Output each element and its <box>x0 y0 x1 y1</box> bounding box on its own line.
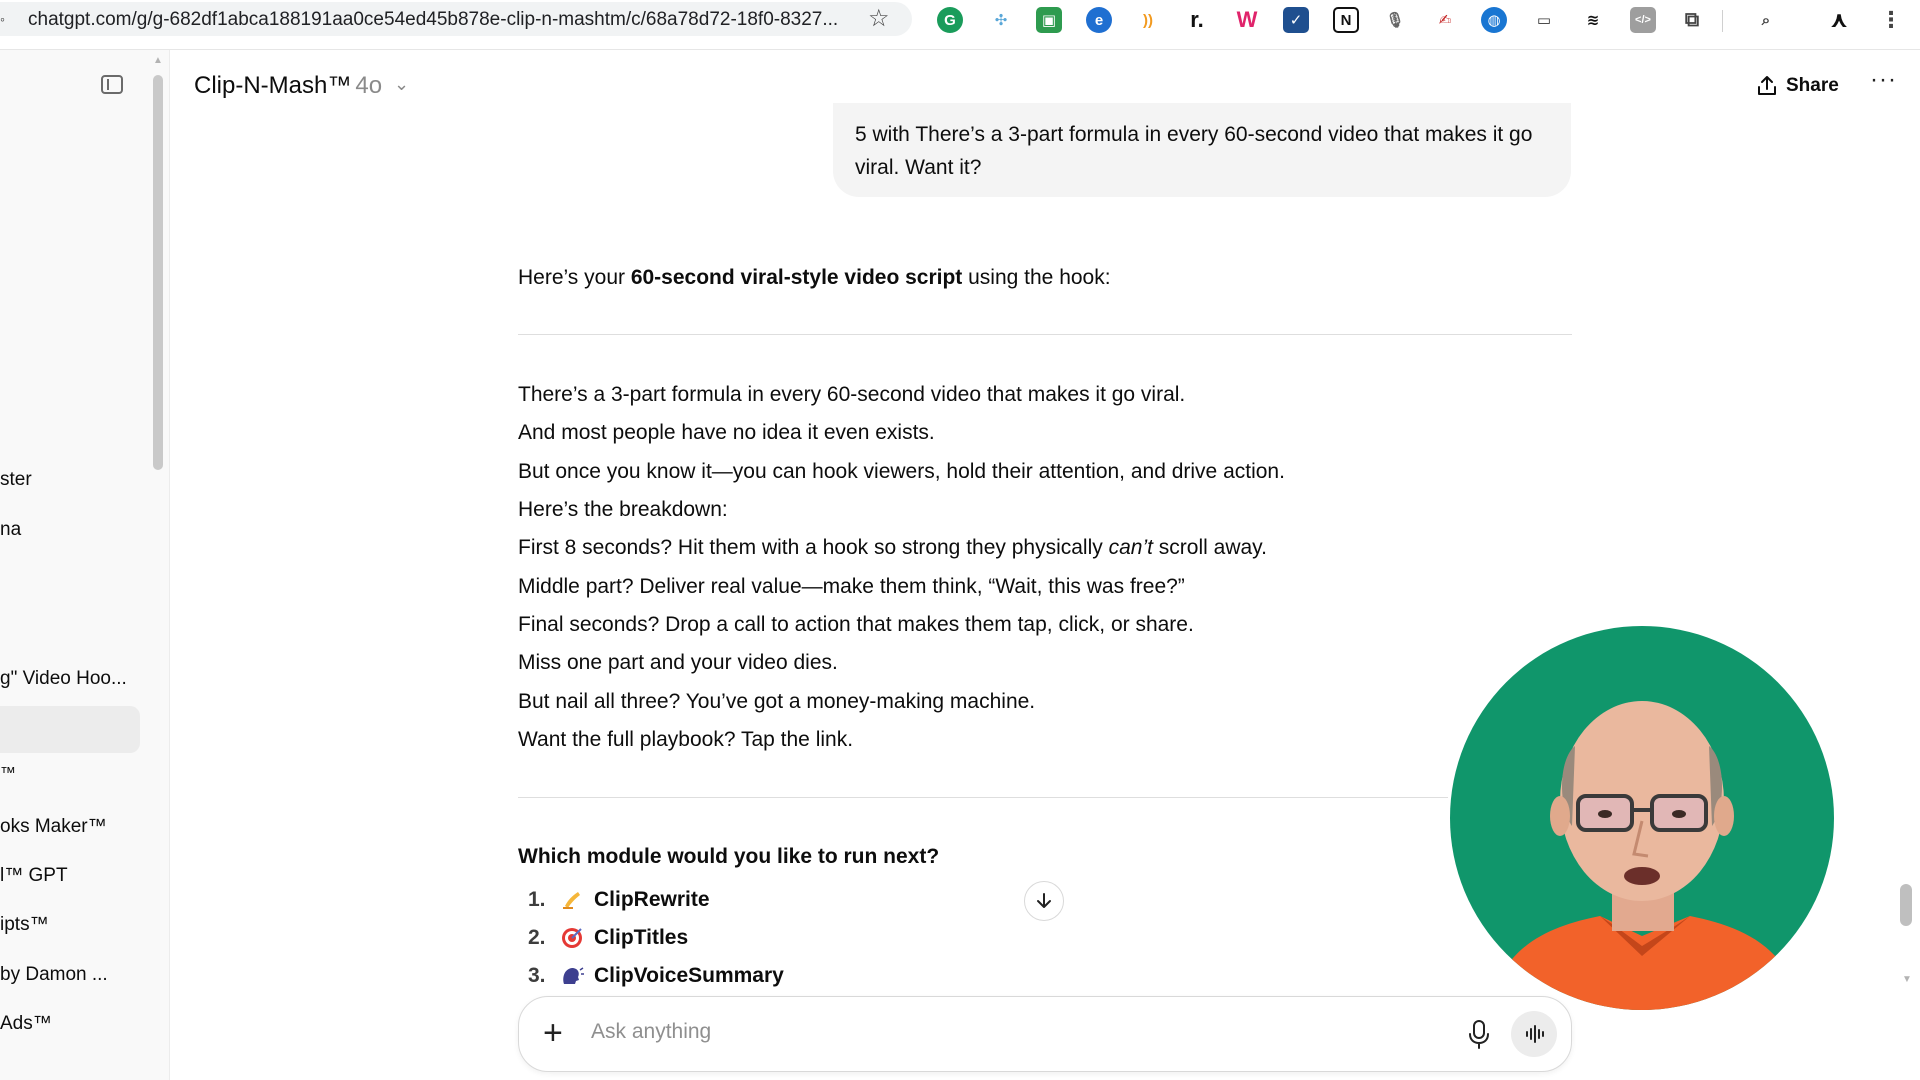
intro-suffix: using the hook: <box>962 266 1111 289</box>
sidebar-scroll-up-arrow[interactable]: ▲ <box>153 55 163 66</box>
voice-mode-button[interactable] <box>1511 1011 1557 1057</box>
plus-icon[interactable]: + <box>543 1013 563 1053</box>
more-options-icon[interactable]: ··· <box>1870 66 1897 94</box>
module-label[interactable]: ClipTitles <box>594 926 688 950</box>
site-info-icon[interactable]: ◦ <box>0 11 5 27</box>
sidebar: ▲ ster na g" Video Hoo... ™ oks Maker™ l… <box>0 50 170 1080</box>
waveform-icon <box>1526 1025 1544 1043</box>
presenter-video <box>1490 701 1800 1010</box>
sidebar-item[interactable]: l™ GPT <box>0 865 68 887</box>
w-extension-icon[interactable]: W <box>1234 7 1260 33</box>
toolbar-separator <box>1722 10 1723 32</box>
divider <box>518 797 1448 798</box>
bookmark-star-icon[interactable]: ☆ <box>868 4 890 33</box>
sidebar-item[interactable]: Ads™ <box>0 1013 52 1035</box>
module-number: 2. <box>528 926 546 949</box>
sidebar-item[interactable]: ipts™ <box>0 914 49 936</box>
microphone-icon[interactable] <box>1463 1017 1495 1053</box>
arrow-down-icon <box>1037 893 1051 908</box>
target-icon <box>560 926 594 950</box>
message-input[interactable] <box>591 1020 1391 1044</box>
module-number: 3. <box>528 964 546 987</box>
script-line: And most people have no idea it even exi… <box>518 421 935 444</box>
script-line-text: scroll away. <box>1152 536 1267 559</box>
script-line: Middle part? Deliver real value—make the… <box>518 575 1185 598</box>
module-label[interactable]: ClipRewrite <box>594 888 710 912</box>
gpt-title[interactable]: Clip-N-Mash™ 4o <box>194 72 382 100</box>
sidebar-item[interactable]: ™ <box>0 765 16 783</box>
checkbox-extension-icon[interactable]: ✓ <box>1283 7 1309 33</box>
address-bar[interactable]: ◦ chatgpt.com/g/g-682df1abca188191aa0ce5… <box>0 2 912 36</box>
signature-extension-icon[interactable]: ✍ <box>1432 7 1458 33</box>
module-list-item: 1. ClipRewrite <box>528 888 710 912</box>
grammarly-extension-icon[interactable]: G <box>937 7 963 33</box>
divider <box>518 334 1572 335</box>
intro-bold: 60-second viral-style video script <box>630 266 963 289</box>
rss-extension-icon[interactable]: )) <box>1135 7 1161 33</box>
profile-extension-icon[interactable]: ⋏ <box>1826 7 1852 33</box>
chat-extension-icon[interactable]: ▣ <box>1036 7 1062 33</box>
tab-search-icon[interactable]: ⌕ <box>1753 7 1779 33</box>
speaking-head-icon <box>560 964 594 988</box>
script-line: Miss one part and your video dies. <box>518 651 838 674</box>
intro-prefix: Here’s your <box>518 266 631 289</box>
screen-capture-extension-icon[interactable]: ▭ <box>1531 7 1557 33</box>
sidebar-toggle-icon[interactable] <box>101 75 123 94</box>
script-line: There’s a 3-part formula in every 60-sec… <box>518 383 1186 406</box>
code-extension-icon[interactable]: </> <box>1630 7 1656 33</box>
layers-extension-icon[interactable]: ≋ <box>1580 7 1606 33</box>
module-number: 1. <box>528 888 546 911</box>
script-line: Final seconds? Drop a call to action tha… <box>518 613 1194 636</box>
share-icon <box>1758 76 1776 95</box>
script-line: But once you know it—you can hook viewer… <box>518 460 1285 483</box>
edge-extension-icon[interactable]: e <box>1086 7 1112 33</box>
next-module-question: Which module would you like to run next? <box>518 845 940 868</box>
script-line: But nail all three? You’ve got a money-m… <box>518 690 1036 713</box>
script-line: Here’s the breakdown: <box>518 498 728 521</box>
module-list-item: 2. ClipTitles <box>528 926 688 950</box>
script-line: Want the full playbook? Tap the link. <box>518 728 854 751</box>
notion-extension-icon[interactable]: N <box>1333 7 1359 33</box>
browser-menu-icon[interactable]: ⋮ <box>1878 7 1904 33</box>
chevron-down-icon[interactable]: ⌄ <box>394 74 409 95</box>
sidebar-item[interactable]: ster <box>0 469 32 491</box>
composer: + <box>518 996 1572 1072</box>
page-scrollbar[interactable] <box>1900 884 1912 926</box>
url-text[interactable]: chatgpt.com/g/g-682df1abca188191aa0ce54e… <box>28 9 858 31</box>
sidebar-item[interactable]: by Damon ... <box>0 964 108 986</box>
scroll-down-arrow[interactable]: ▼ <box>1902 974 1912 985</box>
extensions-puzzle-icon[interactable]: ⧉ <box>1679 7 1705 33</box>
user-message-bubble: 5 with There’s a 3-part formula in every… <box>833 103 1571 197</box>
writing-hand-icon <box>560 888 594 912</box>
browser-toolbar: ◦ chatgpt.com/g/g-682df1abca188191aa0ce5… <box>0 0 1920 50</box>
script-line-text: First 8 seconds? Hit them with a hook so… <box>518 536 1109 559</box>
sidebar-item-active[interactable] <box>0 706 140 753</box>
globe-extension-icon[interactable]: ◍ <box>1481 7 1507 33</box>
sidebar-item[interactable]: na <box>0 519 21 541</box>
sidebar-item[interactable]: g" Video Hoo... <box>0 668 127 690</box>
module-label[interactable]: ClipVoiceSummary <box>594 964 784 988</box>
r-extension-icon[interactable]: r. <box>1184 7 1210 33</box>
sidebar-scrollbar[interactable] <box>153 75 163 470</box>
model-name: 4o <box>355 72 383 99</box>
script-line: First 8 seconds? Hit them with a hook so… <box>518 536 1267 560</box>
scroll-to-bottom-button[interactable] <box>1024 881 1064 921</box>
gpt-name: Clip-N-Mash™ <box>194 72 352 99</box>
puzzle-extension-icon[interactable]: ✣ <box>988 7 1014 33</box>
sidebar-item[interactable]: oks Maker™ <box>0 816 107 838</box>
script-line-emphasis: can’t <box>1108 536 1153 559</box>
mic-extension-icon[interactable]: 🎙 <box>1382 7 1408 33</box>
assistant-intro: Here’s your 60-second viral-style video … <box>518 266 1111 290</box>
webcam-overlay <box>1450 626 1834 1010</box>
share-label: Share <box>1786 75 1839 96</box>
module-list-item: 3. ClipVoiceSummary <box>528 964 784 988</box>
share-button[interactable]: Share <box>1756 71 1839 101</box>
